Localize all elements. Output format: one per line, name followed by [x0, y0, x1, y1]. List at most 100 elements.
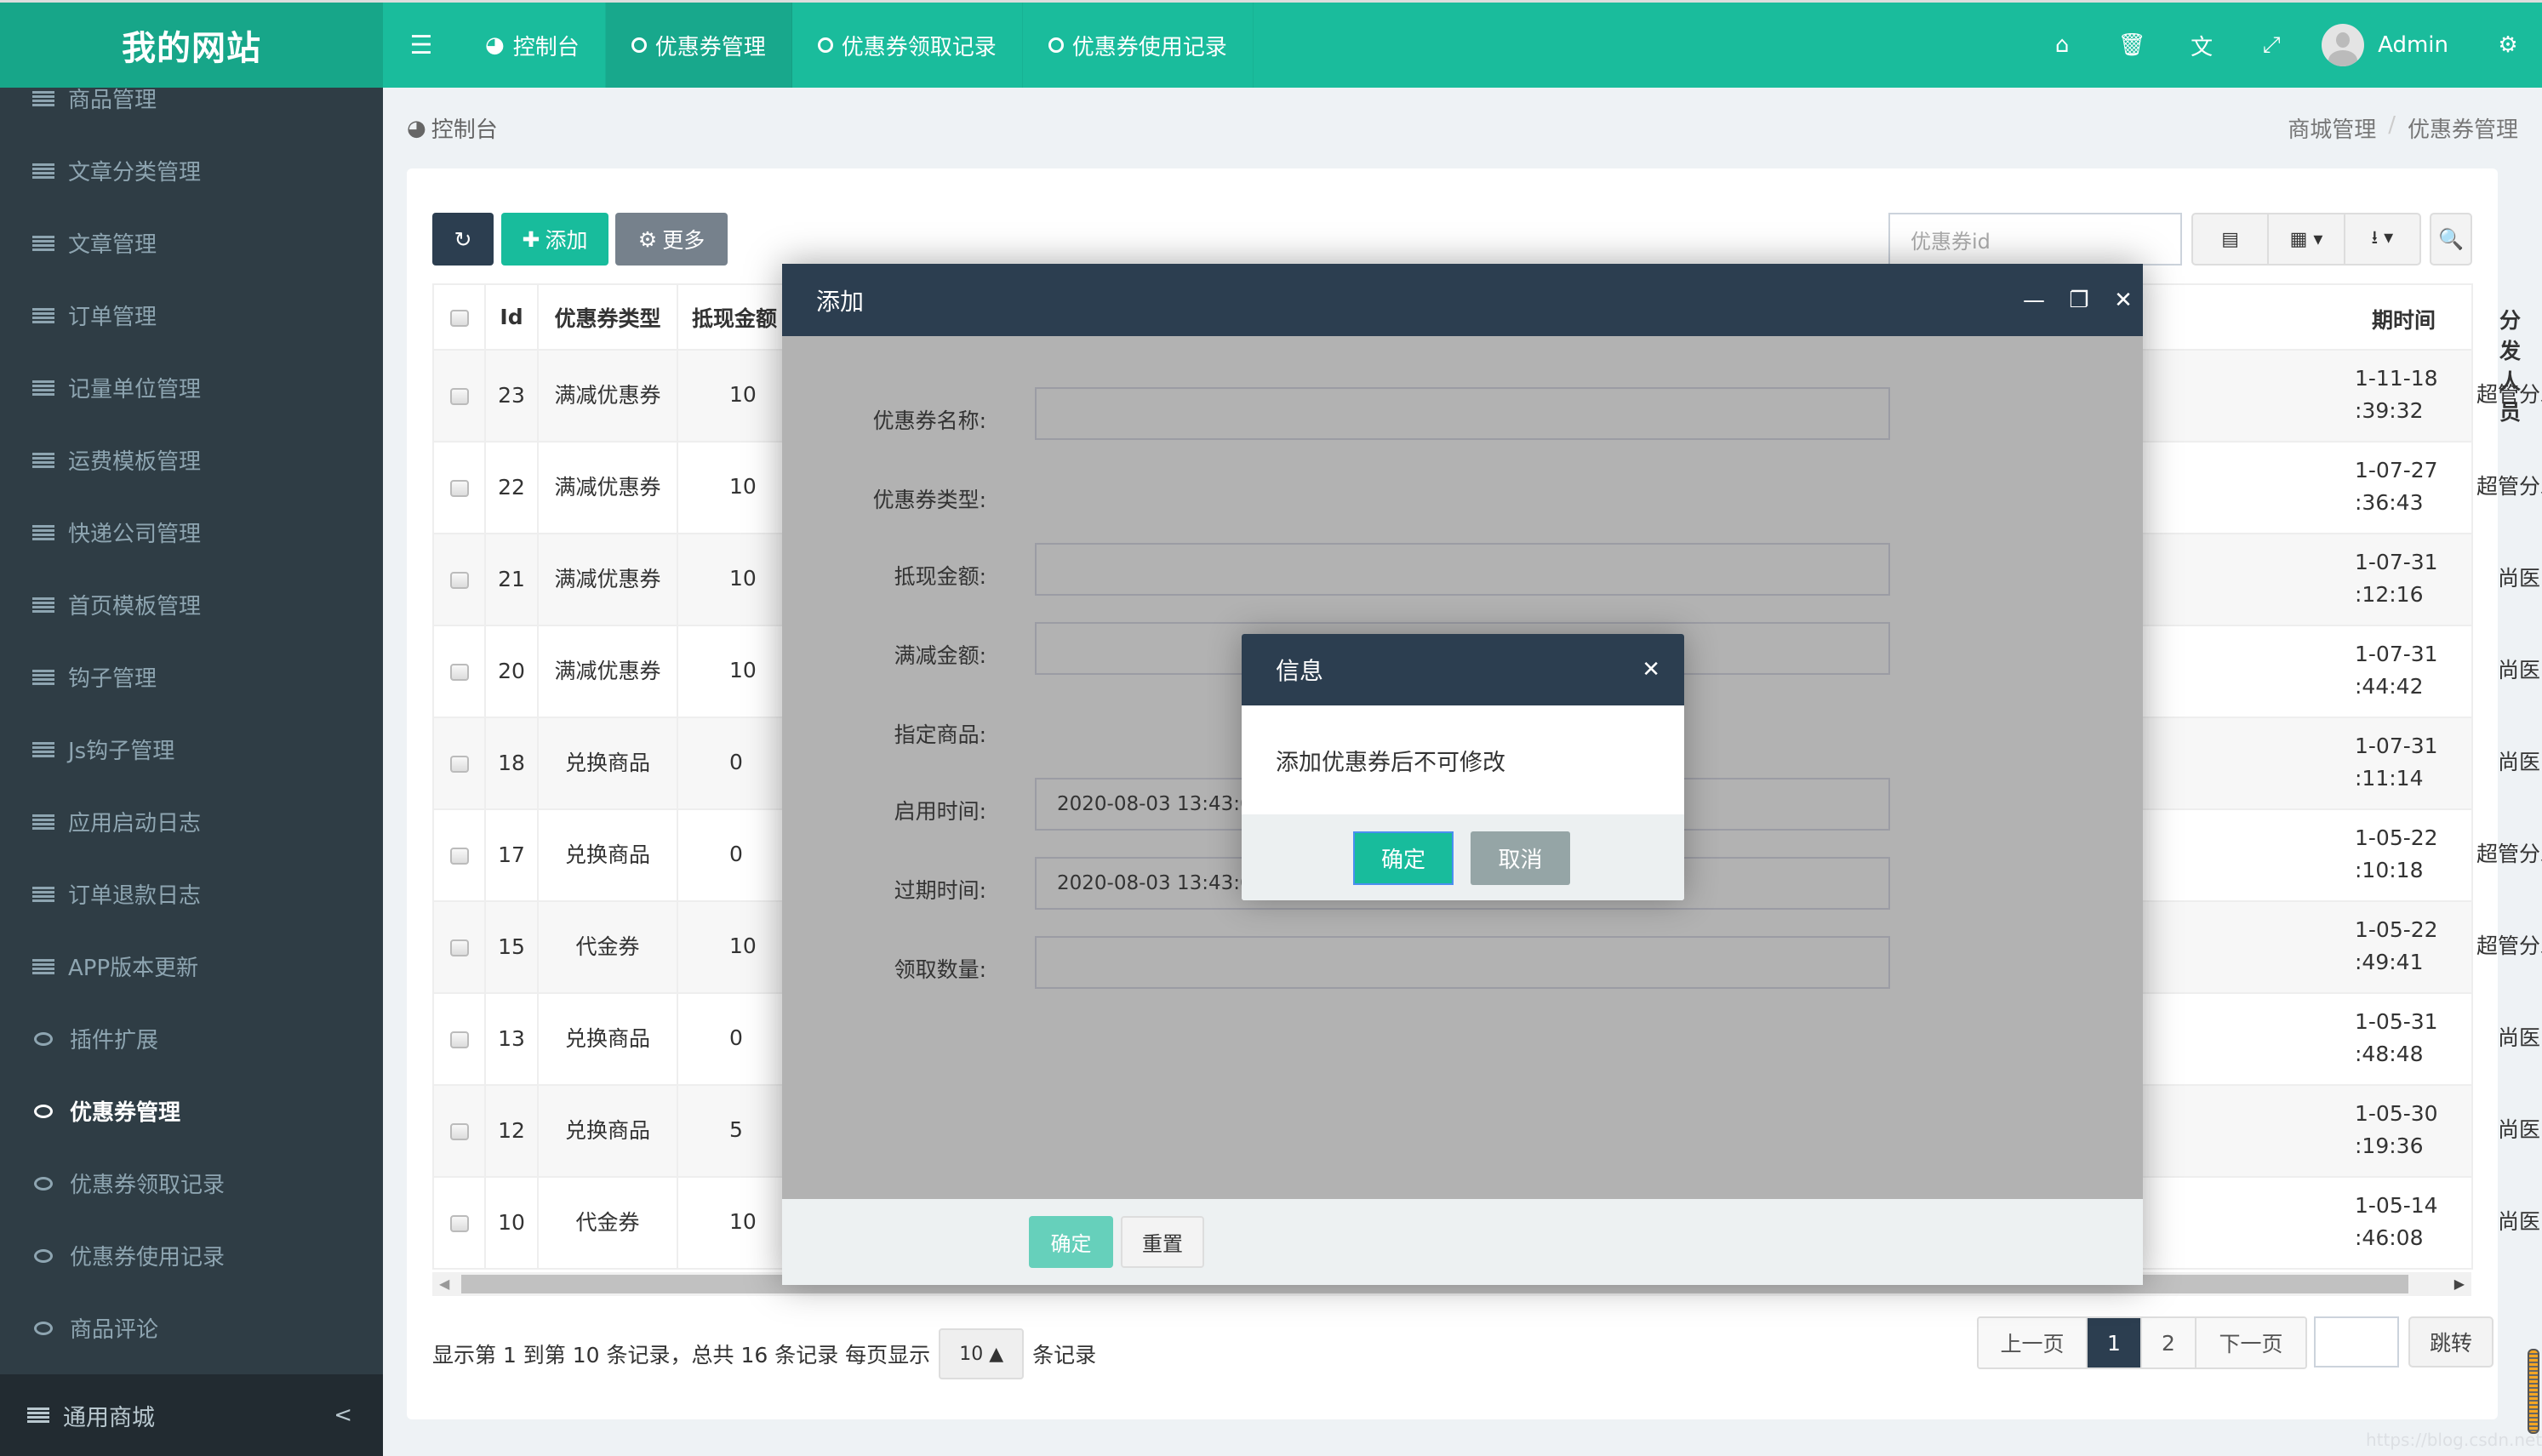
sidebar-item-units[interactable]: 记量单位管理	[0, 351, 383, 424]
page-scrollbar[interactable]	[2528, 1349, 2539, 1434]
scroll-left-icon[interactable]: ◀	[439, 1276, 449, 1292]
row-checkbox[interactable]	[432, 808, 486, 902]
maximize-icon[interactable]: ❐	[2062, 264, 2096, 336]
page-title: ◕ 控制台	[407, 112, 498, 144]
sidebar-group-general-mall[interactable]: 通用商城 <	[0, 1374, 383, 1456]
row-checkbox[interactable]	[432, 900, 486, 994]
cell-id: 22	[484, 441, 539, 534]
page-1-button[interactable]: 1	[2088, 1318, 2142, 1367]
sidebar-item-js-hooks[interactable]: Js钩子管理	[0, 713, 383, 785]
expire-date: 1-05-31	[2355, 1009, 2438, 1034]
cell-id: 15	[484, 900, 539, 994]
cell-amount: 5	[729, 1117, 743, 1142]
next-page-button[interactable]: 下一页	[2196, 1318, 2305, 1367]
column-header-id[interactable]: Id	[484, 283, 539, 351]
cell-amount: 0	[729, 842, 743, 866]
jump-button[interactable]: 跳转	[2408, 1316, 2493, 1367]
close-icon[interactable]: ✕	[1642, 634, 1660, 705]
cell-type: 兑换商品	[537, 1084, 678, 1178]
card-view-icon[interactable]: ▤	[2193, 214, 2270, 264]
table-tools: ▤ ▦ ▾ ⭳ ▾	[2191, 213, 2421, 266]
sidebar-item-coupon-management[interactable]: 优惠券管理	[0, 1075, 383, 1147]
cogs-icon[interactable]: ⚙	[2482, 3, 2533, 88]
refresh-button[interactable]: ↻	[432, 213, 494, 266]
export-icon[interactable]: ⭳ ▾	[2345, 214, 2419, 264]
more-button[interactable]: ⚙ 更多	[615, 213, 728, 266]
prev-page-button[interactable]: 上一页	[1979, 1318, 2088, 1367]
row-checkbox[interactable]	[432, 533, 486, 626]
cancel-button[interactable]: 取消	[1471, 831, 1570, 885]
page-2-button[interactable]: 2	[2142, 1318, 2196, 1367]
sidebar-item-product-reviews[interactable]: 商品评论	[0, 1292, 383, 1364]
caret-up-icon: ▲	[989, 1343, 1004, 1365]
sidebar-item-label: Js钩子管理	[68, 739, 175, 764]
reset-button[interactable]: 重置	[1121, 1216, 1204, 1268]
coupon-id-search-input[interactable]: 优惠券id	[1888, 213, 2182, 266]
submit-button[interactable]: 确定	[1029, 1216, 1113, 1268]
fullscreen-icon[interactable]: ⤢	[2236, 3, 2306, 88]
tab-coupon-claim-records[interactable]: 优惠券领取记录	[792, 3, 1023, 88]
expire-time: :39:32	[2355, 398, 2424, 423]
gear-icon: ⚙	[637, 226, 658, 252]
sidebar-item-couriers[interactable]: 快递公司管理	[0, 496, 383, 568]
row-checkbox[interactable]	[432, 992, 486, 1086]
expire-date: 1-05-22	[2355, 917, 2438, 942]
expire-date: 1-05-14	[2355, 1193, 2438, 1218]
form-input[interactable]	[1035, 936, 1890, 989]
cell-id: 18	[484, 717, 539, 810]
sidebar-item-articles[interactable]: 文章管理	[0, 207, 383, 279]
sidebar-item-goods[interactable]: 商品管理	[0, 88, 383, 134]
tab-dashboard[interactable]: ◕ 控制台	[460, 3, 606, 88]
column-header-expire[interactable]: 期时间	[2372, 304, 2436, 334]
row-checkbox[interactable]	[432, 717, 486, 810]
site-logo[interactable]: 我的网站	[0, 3, 383, 88]
form-input[interactable]	[1035, 387, 1890, 440]
row-checkbox[interactable]	[432, 441, 486, 534]
minimize-icon[interactable]: —	[2017, 264, 2051, 336]
select-all-checkbox[interactable]	[432, 283, 486, 351]
sidebar-item-home-templates[interactable]: 首页模板管理	[0, 568, 383, 641]
row-checkbox[interactable]	[432, 349, 486, 443]
search-icon[interactable]: 🔍	[2430, 213, 2472, 266]
scroll-right-icon[interactable]: ▶	[2454, 1276, 2465, 1292]
sidebar-item-shipping-templates[interactable]: 运费模板管理	[0, 424, 383, 496]
confirm-button[interactable]: 确定	[1353, 831, 1454, 885]
sidebar-item-app-version[interactable]: APP版本更新	[0, 930, 383, 1002]
tab-label: 控制台	[512, 34, 580, 60]
home-icon[interactable]: ⌂	[2027, 3, 2097, 88]
tab-coupon-management[interactable]: 优惠券管理	[605, 3, 792, 88]
sidebar-item-app-start-log[interactable]: 应用启动日志	[0, 785, 383, 858]
cell-issuer: 尚医	[2497, 1025, 2540, 1050]
list-icon	[32, 597, 54, 613]
row-checkbox[interactable]	[432, 1084, 486, 1178]
close-icon[interactable]: ✕	[2106, 264, 2140, 336]
sidebar-item-coupon-usage[interactable]: 优惠券使用记录	[0, 1219, 383, 1292]
sidebar-item-plugins[interactable]: 插件扩展	[0, 1002, 383, 1075]
chevron-left-icon[interactable]: <	[334, 1402, 352, 1428]
columns-toggle-icon[interactable]: ▦ ▾	[2269, 214, 2345, 264]
column-header-type[interactable]: 优惠券类型	[537, 283, 678, 351]
translate-icon[interactable]: 文	[2167, 3, 2236, 88]
list-icon	[32, 524, 54, 540]
jump-page-input[interactable]	[2314, 1316, 2399, 1367]
row-checkbox[interactable]	[432, 625, 486, 718]
breadcrumb-item[interactable]: 商城管理	[2288, 112, 2376, 144]
page-size-select[interactable]: 10 ▲	[939, 1328, 1025, 1379]
sidebar-item-orders[interactable]: 订单管理	[0, 279, 383, 351]
trash-icon[interactable]: 🗑	[2097, 3, 2167, 88]
user-name[interactable]: Admin	[2378, 32, 2448, 58]
row-checkbox[interactable]	[432, 1176, 486, 1270]
sidebar-item-hooks[interactable]: 钩子管理	[0, 641, 383, 713]
column-header-amount[interactable]: 抵现金额	[692, 306, 777, 331]
hamburger-icon[interactable]: ☰	[383, 3, 460, 88]
form-input[interactable]	[1035, 543, 1890, 596]
tab-coupon-usage-records[interactable]: 优惠券使用记录	[1023, 3, 1254, 88]
sidebar-item-article-category[interactable]: 文章分类管理	[0, 134, 383, 207]
avatar[interactable]	[2322, 24, 2365, 66]
add-button[interactable]: ✚ 添加	[501, 213, 608, 266]
list-icon	[32, 814, 54, 830]
circle-icon	[1048, 37, 1064, 53]
circle-icon	[34, 1031, 53, 1046]
sidebar-item-coupon-claims[interactable]: 优惠券领取记录	[0, 1147, 383, 1219]
sidebar-item-refund-log[interactable]: 订单退款日志	[0, 858, 383, 930]
